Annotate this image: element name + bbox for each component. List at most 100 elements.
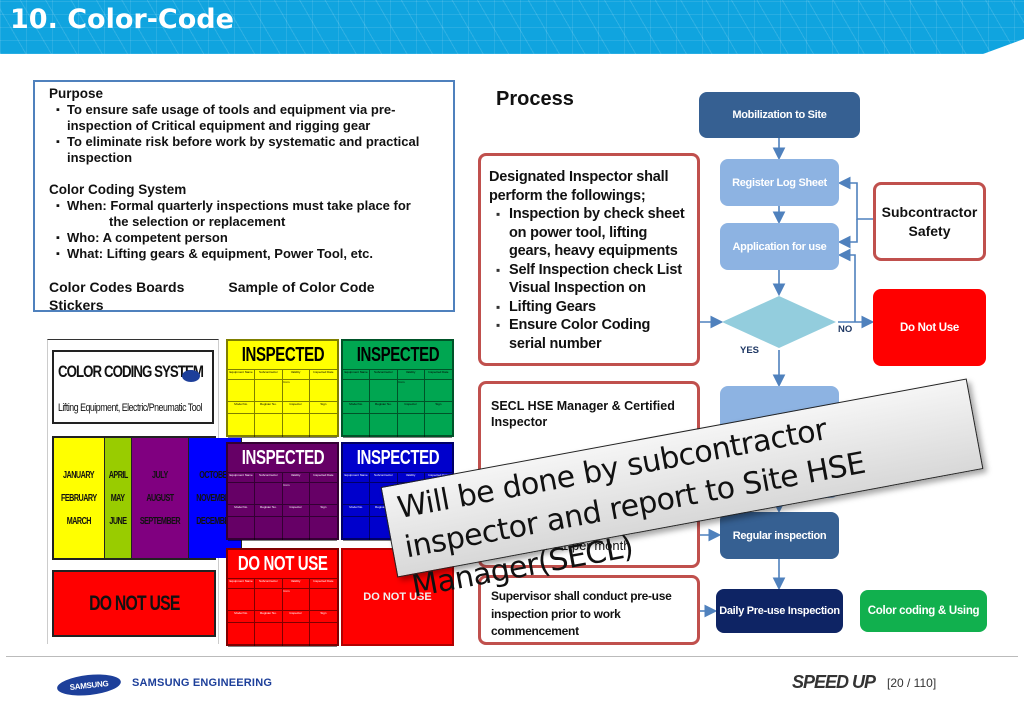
sticker-form-grid: Equipment Name Subcontractor Validity Inspe… bbox=[228, 472, 337, 541]
inspector-duties-box: Designated Inspector shall perform the f… bbox=[478, 153, 700, 366]
sticker-empty-cell bbox=[343, 483, 371, 505]
system-item-when: When: Formal quarterly inspections must … bbox=[49, 198, 439, 214]
sticker-field-label: Model No. bbox=[228, 611, 256, 623]
sticker-field-label: Inspector bbox=[282, 402, 310, 414]
board-months: JANUARY FEBRUARY MARCH APRIL MAY JUNE JU… bbox=[52, 436, 243, 560]
sticker-field-label: Register No. bbox=[255, 505, 283, 517]
sticker-title: INSPECTED bbox=[343, 341, 452, 369]
sticker-empty-cell bbox=[309, 483, 337, 505]
sticker-validity-cell: From bbox=[282, 589, 310, 611]
sticker-empty-cell bbox=[255, 380, 283, 402]
inspector-intro: Designated Inspector shall perform the f… bbox=[489, 169, 669, 204]
sticker-form-grid: Equipment Name Subcontractor Validity Inspe… bbox=[228, 369, 337, 438]
sticker-field-label: Sign bbox=[424, 402, 452, 414]
sticker-field-label: Subcontractor bbox=[255, 370, 283, 380]
inspector-duty: Inspection by check sheet on power tool,… bbox=[489, 205, 689, 261]
secl-certified-line1: SECL HSE Manager & Certified bbox=[491, 399, 675, 413]
inspector-duty: Self Inspection check List Visual Inspec… bbox=[489, 261, 689, 298]
sticker-field-label: Model No. bbox=[228, 402, 256, 414]
sticker-title-text: INSPECTED bbox=[241, 446, 324, 469]
month-label: MAY bbox=[110, 492, 125, 504]
samsung-logo-icon: SAMSUNG bbox=[56, 671, 122, 699]
sticker-title: DO NOT USE bbox=[228, 550, 337, 578]
boards-label-row: Color Codes Boards Sample of Color Code bbox=[49, 278, 439, 296]
sticker-field-label: Register No. bbox=[255, 402, 283, 414]
system-item-when-cont: the selection or replacement bbox=[109, 214, 286, 229]
sticker-empty-cell bbox=[343, 414, 371, 438]
samsung-logo-text: SAMSUNG bbox=[69, 678, 109, 692]
sticker-empty-cell bbox=[255, 517, 283, 541]
flow-register-log-sheet: Register Log Sheet bbox=[720, 159, 839, 206]
subcontractor-safety-box: Subcontractor Safety bbox=[873, 182, 986, 261]
page-indicator: [20 / 110] bbox=[887, 676, 937, 690]
sticker-field-label: Validity bbox=[282, 370, 310, 380]
process-title: Process bbox=[496, 88, 574, 110]
arrow-subcon-app bbox=[837, 219, 858, 249]
sticker-empty-cell bbox=[255, 589, 283, 611]
sticker-field-label: Inspected Date bbox=[309, 370, 337, 380]
sticker-field-label: Subcontractor bbox=[370, 473, 398, 483]
sticker-title: INSPECTED bbox=[343, 444, 452, 472]
purpose-list: To ensure safe usage of tools and equipm… bbox=[49, 102, 439, 166]
inspector-duty: Ensure Color Coding serial number bbox=[489, 316, 689, 353]
sticker-field-label: Inspected Date bbox=[309, 473, 337, 483]
sticker-field-label: Register No. bbox=[255, 611, 283, 623]
sticker-empty-cell bbox=[228, 414, 256, 438]
sticker-title-text: INSPECTED bbox=[356, 446, 439, 469]
month-label: JULY bbox=[152, 469, 168, 481]
sticker-inspected-green: INSPECTED Equipment Name Subcontractor Vali… bbox=[341, 339, 454, 438]
board-do-not-use-label: DO NOT USE bbox=[88, 591, 180, 615]
page-title: 10. Color-Code bbox=[10, 4, 234, 35]
sticker-field-label: Equipment Name bbox=[228, 579, 256, 589]
sticker-inspected-yellow: INSPECTED Equipment Name Subcontractor Vali… bbox=[226, 339, 339, 438]
sticker-field-label: Validity bbox=[397, 370, 425, 380]
samsung-logo-icon bbox=[182, 370, 200, 382]
system-item-what: What: Lifting gears & equipment, Power T… bbox=[49, 246, 439, 262]
sticker-title-text: INSPECTED bbox=[241, 343, 324, 366]
sticker-empty-cell bbox=[309, 589, 337, 611]
board-header: COLOR CODING SYSTEM Lifting Equipment, E… bbox=[52, 350, 214, 424]
system-item-who: Who: A competent person bbox=[49, 230, 439, 246]
board-do-not-use: DO NOT USE bbox=[52, 570, 216, 637]
sticker-empty-cell bbox=[424, 380, 452, 402]
sticker-field-label: Sign bbox=[309, 611, 337, 623]
sticker-empty-cell bbox=[255, 414, 283, 438]
sticker-field-label: Sign bbox=[309, 402, 337, 414]
sticker-field-label: Inspected Date bbox=[424, 370, 452, 380]
sticker-field-label: Subcontractor bbox=[370, 370, 398, 380]
month-label: AUGUST bbox=[146, 492, 174, 504]
flow-mobilization: Mobilization to Site bbox=[699, 92, 860, 138]
month-label: APRIL bbox=[108, 469, 128, 481]
sticker-field-label: Equipment Name bbox=[228, 370, 256, 380]
flow-regular-inspection: Regular inspection bbox=[720, 512, 839, 559]
sticker-field-label: Equipment Name bbox=[343, 473, 371, 483]
sticker-empty-cell bbox=[343, 517, 371, 541]
sticker-validity-cell: From bbox=[282, 483, 310, 505]
sticker-field-label: Inspector bbox=[397, 402, 425, 414]
system-list: When: Formal quarterly inspections must … bbox=[49, 198, 439, 262]
sticker-empty-cell bbox=[228, 623, 256, 647]
month-label: SEPTEMBER bbox=[139, 515, 181, 527]
purpose-title: Purpose bbox=[49, 86, 104, 101]
purpose-item: To ensure safe usage of tools and equipm… bbox=[49, 102, 439, 134]
quarter-column: APRIL MAY JUNE bbox=[104, 438, 133, 558]
quarter-column: JULY AUGUST SEPTEMBER bbox=[132, 438, 190, 558]
no-label: NO bbox=[838, 324, 853, 335]
sticker-empty-cell bbox=[255, 623, 283, 647]
sticker-field-label: Equipment Name bbox=[228, 473, 256, 483]
sticker-empty-cell bbox=[282, 517, 310, 541]
company-name: SAMSUNG ENGINEERING bbox=[132, 677, 273, 689]
yes-label: YES bbox=[740, 345, 760, 356]
flow-do-not-use: Do Not Use bbox=[873, 289, 986, 366]
boards-label: Color Codes Boards bbox=[49, 279, 185, 295]
sticker-field-label: Validity bbox=[282, 473, 310, 483]
sticker-empty-cell bbox=[424, 414, 452, 438]
sticker-title-text: DO NOT USE bbox=[237, 552, 328, 575]
sticker-title: INSPECTED bbox=[228, 444, 337, 472]
sticker-field-label: Inspector bbox=[282, 505, 310, 517]
sticker-field-label: Equipment Name bbox=[343, 370, 371, 380]
sticker-empty-cell bbox=[309, 623, 337, 647]
sticker-title-text: INSPECTED bbox=[356, 343, 439, 366]
sample-label: Sample of Color Code bbox=[228, 279, 375, 295]
sticker-field-label: Subcontractor bbox=[255, 473, 283, 483]
